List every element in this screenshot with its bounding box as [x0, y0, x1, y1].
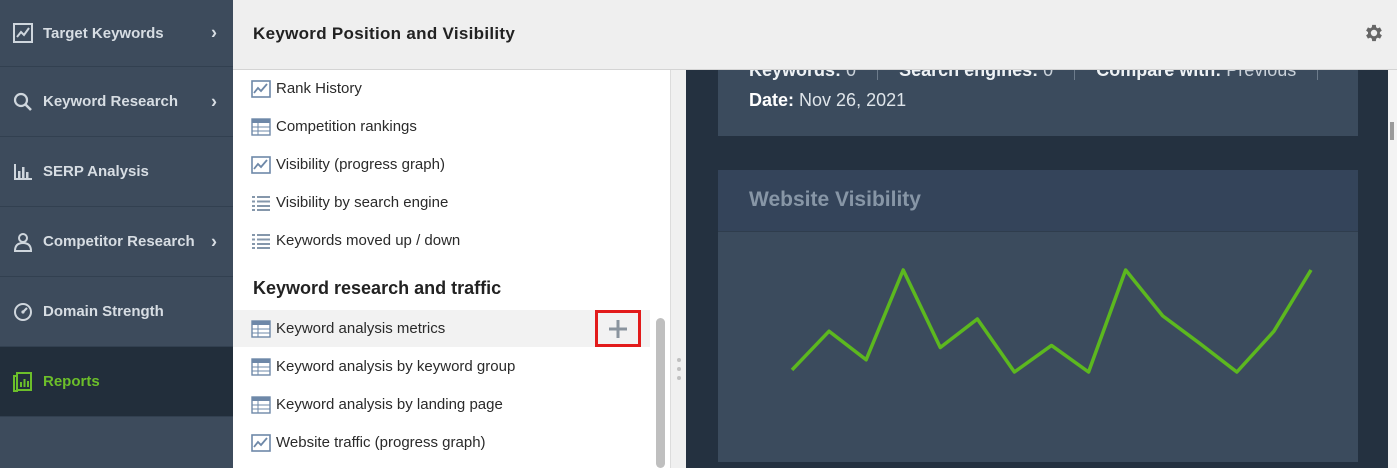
- compare-value: Previous: [1226, 70, 1297, 80]
- visibility-line-chart: [790, 268, 1313, 374]
- keywords-value: 0: [846, 70, 857, 80]
- report-list-item-label: Competition rankings: [276, 118, 417, 135]
- separator: [1317, 70, 1319, 81]
- bar-chart-icon: [12, 161, 34, 183]
- sidebar: Target Keywords › Keyword Research › SERP An…: [0, 0, 233, 468]
- separator: [1074, 70, 1076, 81]
- sidebar-item-domain-strength[interactable]: Domain Strength: [0, 277, 233, 347]
- preview-scrollbar[interactable]: [1388, 70, 1397, 468]
- list-icon: [251, 194, 271, 212]
- report-preview: Keywords: 0 Search engines: 0 Compare wi…: [686, 70, 1388, 468]
- sidebar-item-reports[interactable]: Reports: [0, 347, 233, 417]
- gear-icon[interactable]: [1363, 22, 1385, 44]
- sidebar-item-label: Reports: [43, 373, 100, 390]
- add-report-button[interactable]: [595, 310, 641, 347]
- preview-scrollbar-thumb[interactable]: [1390, 122, 1394, 140]
- table-icon: [251, 357, 271, 376]
- table-icon: [251, 395, 271, 414]
- visibility-card-title: Website Visibility: [749, 188, 921, 211]
- page-title: Keyword Position and Visibility: [253, 24, 516, 43]
- plus-icon: [609, 319, 627, 338]
- report-list-item-label: Keyword analysis by keyword group: [276, 358, 516, 375]
- summary-row: Keywords: 0 Search engines: 0 Compare wi…: [749, 70, 1334, 81]
- sidebar-item-label: Target Keywords: [43, 24, 164, 42]
- sidebar-item-keyword-research[interactable]: Keyword Research ›: [0, 67, 233, 137]
- list-icon: [251, 232, 271, 250]
- report-list-item[interactable]: Visibility (progress graph): [233, 146, 650, 183]
- engines-label: Search engines:: [899, 70, 1039, 80]
- date-row: Date: Nov 26, 2021: [749, 90, 906, 111]
- header-bar: Keyword Position and Visibility: [233, 0, 1397, 70]
- report-list-item[interactable]: Competition rankings: [233, 108, 650, 145]
- keywords-label: Keywords:: [749, 70, 842, 80]
- separator: [877, 70, 879, 81]
- report-list-item-label: Visibility (progress graph): [276, 156, 445, 173]
- sidebar-item-label: Keyword Research: [43, 93, 179, 110]
- summary-card: Keywords: 0 Search engines: 0 Compare wi…: [718, 70, 1358, 136]
- report-list-item[interactable]: Keywords moved up / down: [233, 222, 650, 259]
- line-chart-icon: [251, 433, 271, 452]
- report-list-item-label: Keyword analysis by landing page: [276, 396, 503, 413]
- user-icon: [12, 231, 34, 253]
- chevron-right-icon: ›: [211, 22, 217, 43]
- sidebar-item-competitor-research[interactable]: Competitor Research ›: [0, 207, 233, 277]
- sidebar-item-serp-analysis[interactable]: SERP Analysis: [0, 137, 233, 207]
- report-list-item-label: Website traffic (progress graph): [276, 434, 486, 451]
- line-chart-icon: [251, 79, 271, 98]
- report-list-item-label: Keyword analysis metrics: [276, 320, 446, 337]
- report-list-item-label: Rank History: [276, 80, 362, 97]
- report-list-item-label: Keywords moved up / down: [276, 232, 461, 249]
- visibility-series-line: [790, 268, 1313, 374]
- list-scrollbar-thumb[interactable]: [656, 318, 665, 468]
- table-icon: [251, 319, 271, 338]
- grip-icon: [677, 358, 681, 380]
- report-list-item[interactable]: Rank History: [233, 70, 650, 107]
- date-label: Date:: [749, 90, 795, 110]
- gauge-icon: [12, 301, 34, 323]
- report-list-panel: Website traffic (progress graph) Keyword …: [233, 70, 670, 468]
- report-list-item[interactable]: Website traffic (progress graph): [233, 424, 650, 461]
- engines-value: 0: [1043, 70, 1054, 80]
- sidebar-item-label: Competitor Research: [43, 233, 195, 250]
- report-list-item[interactable]: Visibility by search engine: [233, 184, 650, 221]
- report-list-item-label: Visibility by search engine: [276, 194, 449, 211]
- sidebar-item-label: SERP Analysis: [43, 163, 149, 180]
- report-list-item[interactable]: Keyword analysis metrics: [233, 310, 650, 347]
- line-chart-icon: [12, 22, 34, 44]
- panel-resize-handle[interactable]: [670, 70, 686, 468]
- compare-label: Compare with:: [1096, 70, 1222, 80]
- date-value: Nov 26, 2021: [799, 90, 907, 110]
- report-list-item[interactable]: Keyword analysis by landing page: [233, 386, 650, 423]
- section-title: Keyword research and traffic: [253, 278, 502, 298]
- search-icon: [12, 91, 34, 113]
- chevron-right-icon: ›: [211, 231, 217, 251]
- reports-icon: [12, 371, 34, 393]
- sidebar-item-target-keywords[interactable]: Target Keywords ›: [0, 0, 233, 67]
- visibility-card: Website Visibility: [718, 170, 1358, 462]
- line-chart-icon: [251, 155, 271, 174]
- report-list-item[interactable]: Keyword analysis by keyword group: [233, 348, 650, 385]
- sidebar-item-label: Domain Strength: [43, 303, 164, 320]
- chevron-right-icon: ›: [211, 91, 217, 111]
- table-icon: [251, 117, 271, 136]
